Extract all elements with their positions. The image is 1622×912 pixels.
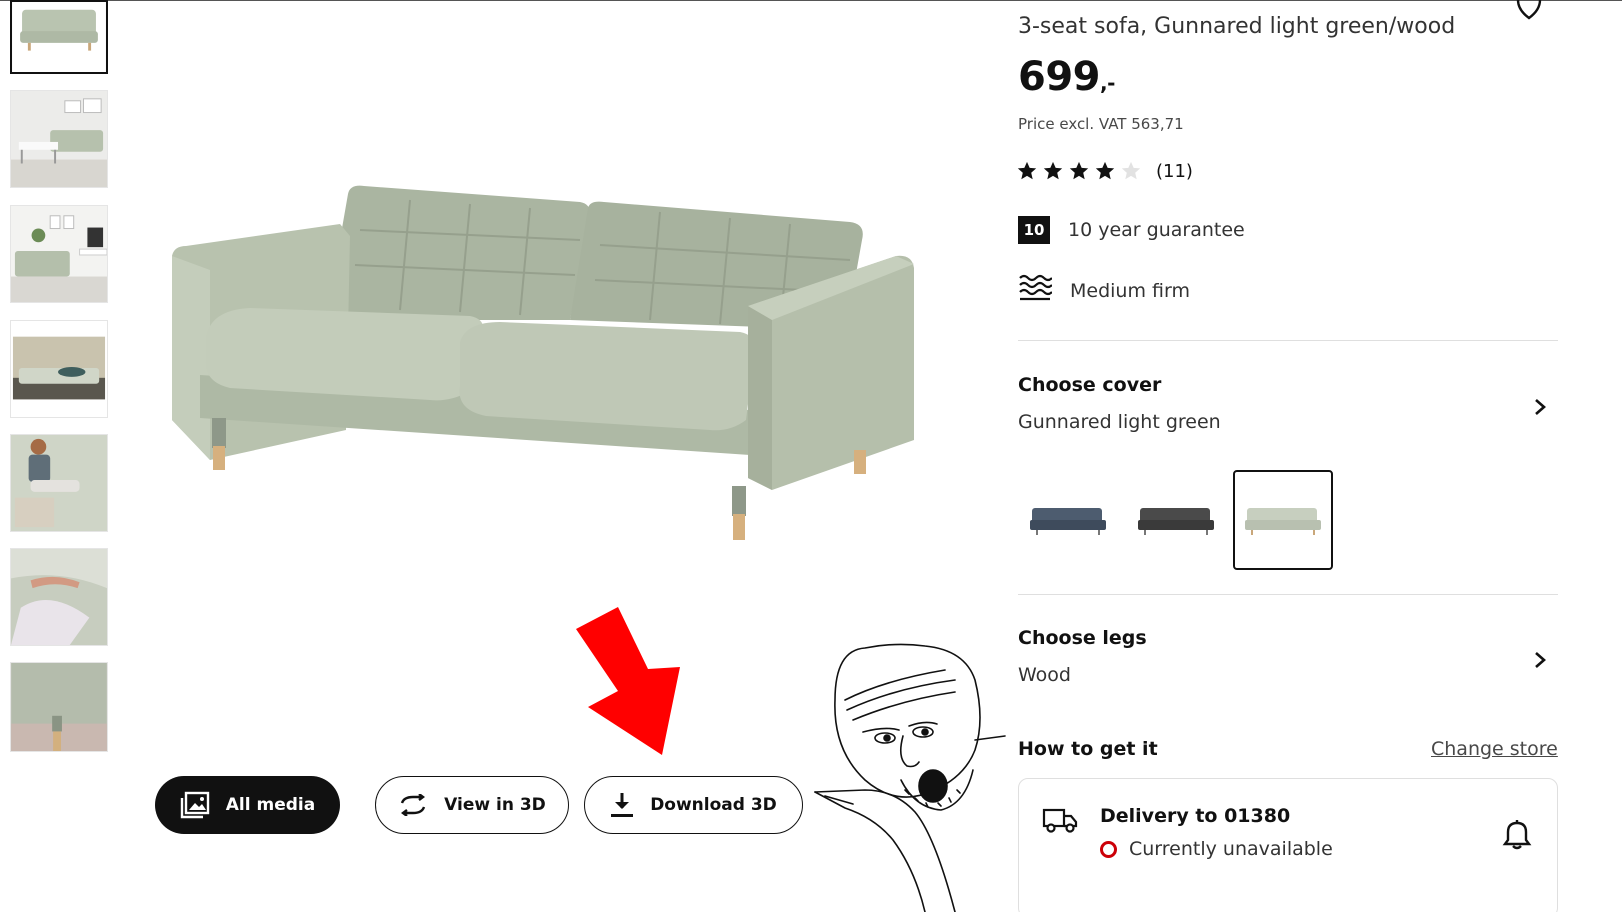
star-filled-icon [1069, 161, 1089, 180]
download-3d-button[interactable]: Download 3D [584, 776, 803, 834]
star-filled-icon [1017, 161, 1037, 180]
guarantee-row: 10 10 year guarantee [1018, 216, 1245, 244]
review-count: (11) [1156, 160, 1193, 182]
star-filled-icon [1043, 161, 1063, 180]
thumbnail-leg-detail[interactable] [10, 662, 108, 752]
choose-cover-value: Gunnared light green [1018, 411, 1221, 433]
price-excl-vat: Price excl. VAT 563,71 [1018, 115, 1184, 133]
star-empty-icon [1121, 161, 1141, 180]
main-product-image[interactable] [150, 160, 940, 580]
firmness-label: Medium firm [1070, 279, 1190, 302]
favorite-heart-icon[interactable] [1514, 0, 1544, 22]
delivery-title: Delivery to 01380 [1100, 805, 1291, 827]
guarantee-label: 10 year guarantee [1068, 219, 1245, 241]
all-media-button[interactable]: All media [155, 776, 340, 834]
choose-cover-title[interactable]: Choose cover [1018, 374, 1161, 396]
thumbnail-product-front[interactable] [10, 0, 108, 74]
rating-stars[interactable]: (11) [1016, 160, 1193, 182]
bell-notification-icon[interactable] [1502, 818, 1532, 850]
guarantee-badge-icon: 10 [1018, 216, 1050, 244]
price-suffix: ,- [1100, 71, 1115, 95]
thumbnail-living-room-scene[interactable] [10, 90, 108, 188]
download-icon [610, 792, 634, 818]
red-arrow-annotation [576, 607, 680, 755]
top-border [0, 0, 1622, 1]
chevron-right-icon[interactable] [1530, 397, 1550, 417]
price-value: 699 [1018, 54, 1101, 100]
swatch-dark-blue[interactable] [1018, 470, 1118, 570]
delivery-status: Currently unavailable [1100, 838, 1333, 860]
download-3d-label: Download 3D [650, 795, 777, 815]
status-unavailable-icon [1100, 840, 1117, 858]
thumbnail-person-reclining[interactable] [10, 320, 108, 418]
thumbnail-hand-on-cushion[interactable] [10, 548, 108, 646]
waves-icon [1018, 273, 1053, 308]
choose-legs-value: Wood [1018, 664, 1071, 686]
view-in-3d-button[interactable]: View in 3D [375, 776, 569, 834]
thumbnail-person-sitting[interactable] [10, 434, 108, 532]
view-in-3d-label: View in 3D [444, 795, 546, 815]
change-store-link[interactable]: Change store [1431, 738, 1558, 760]
gallery-icon [180, 791, 210, 819]
thumbnail-room-with-tv[interactable] [10, 205, 108, 303]
firmness-row: Medium firm [1018, 273, 1190, 308]
product-title: 3-seat sofa, Gunnared light green/wood [1018, 14, 1456, 39]
divider [1018, 340, 1558, 341]
rotate-3d-icon [398, 794, 428, 816]
price: 699,- [1018, 54, 1115, 100]
all-media-label: All media [225, 795, 316, 815]
divider [1018, 594, 1558, 595]
chevron-right-icon[interactable] [1530, 650, 1550, 670]
delivery-status-label: Currently unavailable [1129, 838, 1333, 860]
swatch-dark-grey[interactable] [1126, 470, 1226, 570]
delivery-truck-icon [1042, 808, 1078, 833]
star-filled-icon [1095, 161, 1115, 180]
wojak-pointing-drawing [814, 643, 1006, 912]
choose-legs-title[interactable]: Choose legs [1018, 627, 1147, 649]
how-to-get-it-title: How to get it [1018, 738, 1158, 760]
swatch-light-green[interactable] [1233, 470, 1333, 570]
